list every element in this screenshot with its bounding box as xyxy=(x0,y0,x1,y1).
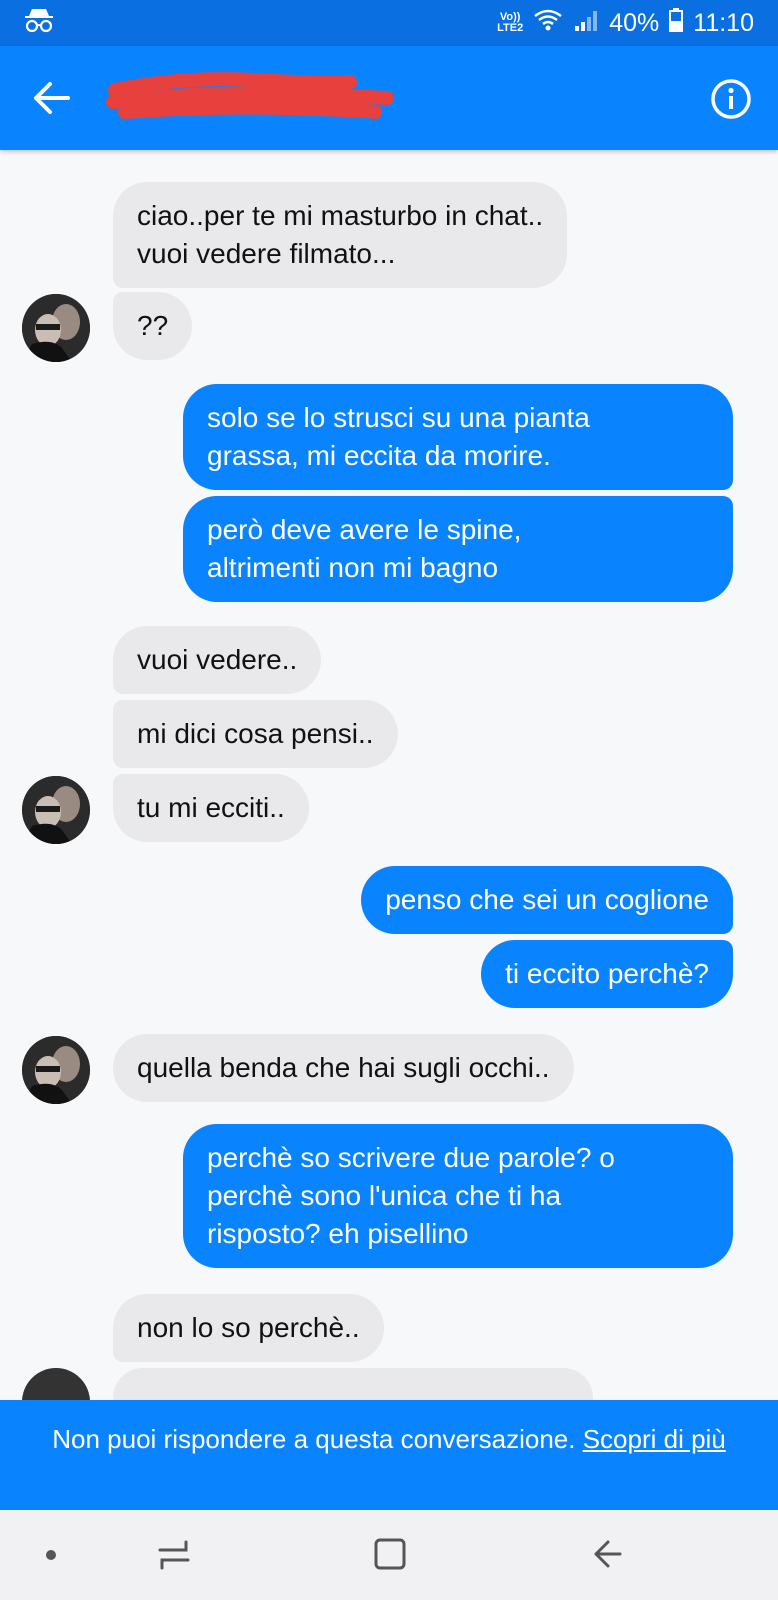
incoming-message[interactable]: ?? xyxy=(113,292,193,360)
incoming-message[interactable]: tu mi ecciti.. xyxy=(113,774,309,842)
incoming-message[interactable]: quella benda che hai sugli occhi.. xyxy=(113,1034,574,1102)
message-list[interactable]: ciao..per te mi masturbo in chat.. vuoi … xyxy=(0,150,778,1400)
battery-icon xyxy=(669,7,684,39)
incoming-message[interactable]: mi dici cosa pensi.. xyxy=(113,700,398,768)
incoming-message[interactable]: vuoi vedere.. xyxy=(113,626,322,694)
incoming-message[interactable]: non lo so perchè.. xyxy=(113,1294,384,1362)
contact-avatar[interactable] xyxy=(22,776,90,844)
volte-indicator: Vo)) LTE2 xyxy=(497,11,524,34)
clock: 11:10 xyxy=(693,8,754,37)
system-navigation-bar xyxy=(0,1510,778,1600)
dot-icon[interactable] xyxy=(44,1548,58,1562)
contact-avatar[interactable] xyxy=(22,294,90,362)
outgoing-message[interactable]: perchè so scrivere due parole? o perchè … xyxy=(183,1124,733,1268)
incognito-icon xyxy=(24,6,54,41)
contact-avatar[interactable] xyxy=(22,1368,90,1400)
outgoing-message[interactable]: ti eccito perchè? xyxy=(481,940,733,1008)
contact-avatar[interactable] xyxy=(22,1036,90,1104)
info-icon[interactable] xyxy=(710,78,752,120)
battery-percent: 40% xyxy=(609,8,660,37)
home-icon[interactable] xyxy=(372,1536,408,1572)
recent-apps-icon[interactable] xyxy=(156,1538,192,1572)
conversation-header: …gito xyxy=(0,46,778,150)
learn-more-link[interactable]: Scopri di più xyxy=(583,1424,726,1454)
signal-icon xyxy=(573,8,599,39)
outgoing-message[interactable]: penso che sei un coglione xyxy=(361,866,733,934)
redaction-scribble xyxy=(105,68,395,128)
back-arrow-icon[interactable] xyxy=(30,78,74,118)
outgoing-message[interactable]: però deve avere le spine, altrimenti non… xyxy=(183,496,733,602)
status-bar: Vo)) LTE2 40% 11:10 xyxy=(0,0,778,46)
banner-text: Non puoi rispondere a questa conversazio… xyxy=(52,1424,583,1454)
back-icon[interactable] xyxy=(590,1536,626,1572)
outgoing-message[interactable]: solo se lo strusci su una pianta grassa,… xyxy=(183,384,733,490)
incoming-message-partial[interactable] xyxy=(113,1368,593,1400)
wifi-icon xyxy=(533,8,563,39)
cannot-reply-banner: Non puoi rispondere a questa conversazio… xyxy=(0,1400,778,1510)
incoming-message[interactable]: ciao..per te mi masturbo in chat.. vuoi … xyxy=(113,182,568,288)
